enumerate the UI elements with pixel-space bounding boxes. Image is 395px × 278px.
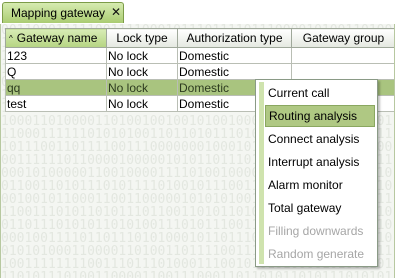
table-header-row: ^ Gateway name Lock type Authorization ty… [5, 28, 394, 48]
table-row[interactable]: 123 No lock Domestic [5, 47, 394, 64]
cell-lock-type: No lock [106, 63, 178, 80]
table-row[interactable]: Q No lock Domestic [5, 63, 394, 80]
column-header-lock-type[interactable]: Lock type [106, 28, 178, 48]
menu-stripe [259, 82, 264, 264]
cell-lock-type: No lock [106, 47, 178, 64]
close-icon[interactable]: ✕ [111, 5, 121, 19]
cell-gateway-group [291, 47, 394, 64]
cell-lock-type: No lock [106, 95, 178, 112]
menu-item-random-generate: Random generate [268, 247, 365, 261]
menu-item-routing-analysis[interactable]: Routing analysis [265, 105, 375, 127]
tab-mapping-gateway[interactable]: Mapping gateway ✕ [2, 2, 124, 23]
sort-ascending-icon: ^ [9, 34, 13, 43]
column-header-authorization-type[interactable]: Authorization type [177, 28, 292, 48]
menu-item-connect-analysis[interactable]: Connect analysis [265, 128, 375, 150]
cell-gateway-group [291, 63, 394, 80]
cell-authorization-type: Domestic [177, 47, 292, 64]
cell-gateway-name: Q [5, 63, 107, 80]
cell-gateway-name: qq [5, 79, 107, 96]
tab-strip: Mapping gateway ✕ [0, 0, 395, 25]
menu-item-interrupt-analysis[interactable]: Interrupt analysis [265, 151, 375, 173]
menu-item-total-gateway[interactable]: Total gateway [265, 197, 375, 219]
column-header-label: Gateway name [16, 31, 98, 45]
cell-lock-type: No lock [106, 79, 178, 96]
cell-authorization-type: Domestic [177, 63, 292, 80]
menu-item-current-call[interactable]: Current call [265, 82, 375, 104]
menu-item-filling-downwards: Filling downwards [268, 224, 364, 238]
menu-item-alarm-monitor[interactable]: Alarm monitor [265, 174, 375, 196]
cell-gateway-name: 123 [5, 47, 107, 64]
tab-label: Mapping gateway [11, 6, 106, 20]
cell-gateway-name: test [5, 95, 107, 112]
context-menu: Current call Routing analysis Connect an… [255, 79, 378, 267]
column-header-gateway-group[interactable]: Gateway group [291, 28, 394, 48]
column-header-gateway-name[interactable]: ^ Gateway name [5, 28, 107, 48]
